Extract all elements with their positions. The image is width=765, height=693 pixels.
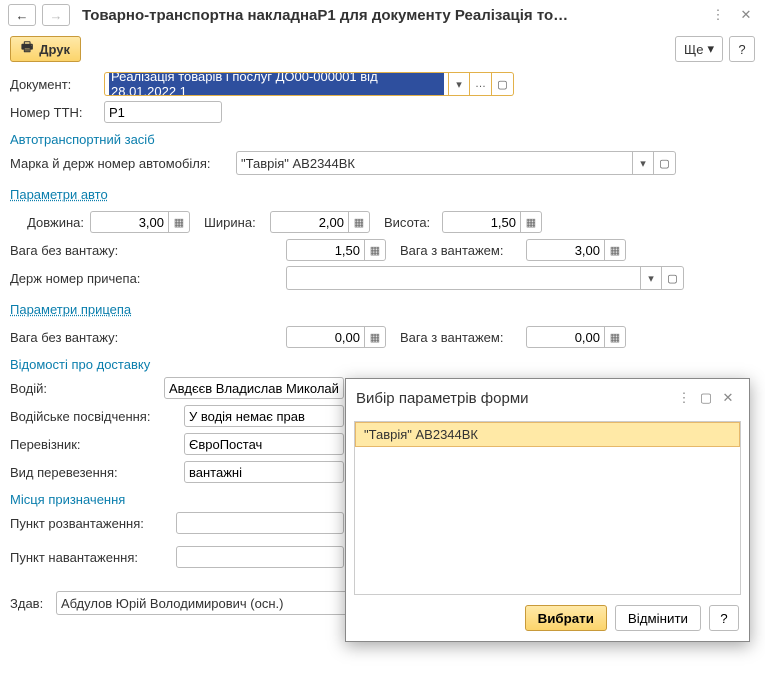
section-auto: Автотранспортний засіб bbox=[10, 132, 755, 147]
width-input[interactable]: ▦ bbox=[270, 211, 370, 233]
driver-input[interactable] bbox=[164, 377, 344, 399]
popup-help-button[interactable]: ? bbox=[709, 605, 739, 631]
more-button[interactable]: Ще ▾ bbox=[675, 36, 723, 62]
popup-list[interactable]: "Таврія" АВ2344ВК bbox=[354, 421, 741, 595]
back-button[interactable]: ← bbox=[8, 4, 36, 26]
kebab-menu-icon[interactable]: ⋮ bbox=[673, 387, 695, 409]
more-label: Ще bbox=[684, 42, 703, 57]
brand-field[interactable]: "Таврія" АВ2344ВК bbox=[236, 151, 632, 175]
toolbar: 🖶 Друк Ще ▾ ? bbox=[0, 30, 765, 68]
ttn-input[interactable] bbox=[104, 101, 222, 123]
popup-select-params: Вибір параметрів форми ⋮ ▢ ✕ "Таврія" АВ… bbox=[345, 378, 750, 642]
window-title: Товарно-транспортна накладнаР1 для докум… bbox=[82, 7, 701, 24]
dropdown-icon[interactable]: ▾ bbox=[640, 266, 662, 290]
calculator-icon[interactable]: ▦ bbox=[168, 211, 190, 233]
trailer-plate-combo[interactable]: ▾ ▢ bbox=[286, 266, 684, 290]
issuer-value: Абдулов Юрій Володимирович (осн.) bbox=[61, 596, 283, 611]
trailer-weight-empty-field[interactable] bbox=[286, 326, 364, 348]
popup-item-label: "Таврія" АВ2344ВК bbox=[364, 427, 478, 442]
weight-empty-input[interactable]: ▦ bbox=[286, 239, 386, 261]
length-label: Довжина: bbox=[10, 215, 84, 230]
help-label: ? bbox=[738, 42, 745, 57]
trailer-weight-loaded-field[interactable] bbox=[526, 326, 604, 348]
trailer-weight-empty-input[interactable]: ▦ bbox=[286, 326, 386, 348]
select-label: Вибрати bbox=[538, 611, 594, 626]
calculator-icon[interactable]: ▦ bbox=[364, 326, 386, 348]
weight-loaded-field[interactable] bbox=[526, 239, 604, 261]
section-delivery: Відомості про доставку bbox=[10, 357, 755, 372]
weight-loaded-input[interactable]: ▦ bbox=[526, 239, 626, 261]
height-field[interactable] bbox=[442, 211, 520, 233]
license-label: Водійське посвідчення: bbox=[10, 409, 178, 424]
width-label: Ширина: bbox=[204, 215, 264, 230]
brand-combo[interactable]: "Таврія" АВ2344ВК ▾ ▢ bbox=[236, 151, 676, 175]
calculator-icon[interactable]: ▦ bbox=[520, 211, 542, 233]
calculator-icon[interactable]: ▦ bbox=[604, 239, 626, 261]
weight-empty-field[interactable] bbox=[286, 239, 364, 261]
calculator-icon[interactable]: ▦ bbox=[604, 326, 626, 348]
dropdown-icon[interactable]: ▾ bbox=[632, 151, 654, 175]
help-button[interactable]: ? bbox=[729, 36, 755, 62]
height-label: Висота: bbox=[384, 215, 436, 230]
length-input[interactable]: ▦ bbox=[90, 211, 190, 233]
maximize-icon[interactable]: ▢ bbox=[695, 387, 717, 409]
carrier-input[interactable] bbox=[184, 433, 344, 455]
open-icon[interactable]: ▢ bbox=[492, 72, 514, 96]
help-label: ? bbox=[720, 611, 727, 626]
unload-label: Пункт розвантаження: bbox=[10, 516, 170, 531]
transport-type-label: Вид перевезення: bbox=[10, 465, 178, 480]
print-label: Друк bbox=[39, 42, 70, 57]
popup-footer: Вибрати Відмінити ? bbox=[346, 599, 749, 637]
calculator-icon[interactable]: ▦ bbox=[348, 211, 370, 233]
document-label: Документ: bbox=[10, 77, 98, 92]
calculator-icon[interactable]: ▦ bbox=[364, 239, 386, 261]
open-icon[interactable]: ▢ bbox=[662, 266, 684, 290]
ellipsis-icon[interactable]: … bbox=[470, 72, 492, 96]
cancel-button[interactable]: Відмінити bbox=[615, 605, 701, 631]
width-field[interactable] bbox=[270, 211, 348, 233]
issuer-label: Здав: bbox=[10, 596, 50, 611]
license-input[interactable] bbox=[184, 405, 344, 427]
brand-label: Марка й держ номер автомобіля: bbox=[10, 156, 230, 171]
forward-button[interactable]: → bbox=[42, 4, 70, 26]
document-combo[interactable]: Реалізація товарів і послуг ДО00-000001 … bbox=[104, 72, 514, 96]
trailer-plate-label: Держ номер причепа: bbox=[10, 271, 160, 286]
transport-type-input[interactable] bbox=[184, 461, 344, 483]
trailer-weight-empty-label: Вага без вантажу: bbox=[10, 330, 140, 345]
weight-loaded-label: Вага з вантажем: bbox=[400, 243, 520, 258]
unload-input[interactable] bbox=[176, 512, 344, 534]
document-field[interactable]: Реалізація товарів і послуг ДО00-000001 … bbox=[104, 72, 448, 96]
close-icon[interactable]: ✕ bbox=[717, 387, 739, 409]
titlebar: ← → Товарно-транспортна накладнаР1 для д… bbox=[0, 0, 765, 30]
driver-label: Водій: bbox=[10, 381, 158, 396]
trailer-weight-loaded-label: Вага з вантажем: bbox=[400, 330, 520, 345]
carrier-label: Перевізник: bbox=[10, 437, 178, 452]
brand-value: "Таврія" АВ2344ВК bbox=[241, 156, 355, 171]
load-input[interactable] bbox=[176, 546, 344, 568]
link-auto-params[interactable]: Параметри авто bbox=[10, 187, 108, 202]
select-button[interactable]: Вибрати bbox=[525, 605, 607, 631]
kebab-menu-icon[interactable]: ⋮ bbox=[707, 4, 729, 26]
load-label: Пункт навантаження: bbox=[10, 550, 170, 565]
dropdown-icon[interactable]: ▾ bbox=[448, 72, 470, 96]
height-input[interactable]: ▦ bbox=[442, 211, 542, 233]
length-field[interactable] bbox=[90, 211, 168, 233]
weight-empty-label: Вага без вантажу: bbox=[10, 243, 140, 258]
close-icon[interactable]: ✕ bbox=[735, 4, 757, 26]
print-button[interactable]: 🖶 Друк bbox=[10, 36, 81, 62]
link-trailer-params[interactable]: Параметри прицепа bbox=[10, 302, 131, 317]
open-icon[interactable]: ▢ bbox=[654, 151, 676, 175]
popup-title: Вибір параметрів форми bbox=[356, 390, 673, 407]
popup-list-item[interactable]: "Таврія" АВ2344ВК bbox=[355, 422, 740, 447]
popup-titlebar: Вибір параметрів форми ⋮ ▢ ✕ bbox=[346, 379, 749, 417]
document-value: Реалізація товарів і послуг ДО00-000001 … bbox=[109, 72, 444, 96]
trailer-plate-field[interactable] bbox=[286, 266, 640, 290]
printer-icon: 🖶 bbox=[21, 38, 33, 60]
chevron-down-icon: ▾ bbox=[707, 41, 714, 57]
ttn-label: Номер ТТН: bbox=[10, 105, 98, 120]
trailer-weight-loaded-input[interactable]: ▦ bbox=[526, 326, 626, 348]
cancel-label: Відмінити bbox=[628, 611, 688, 626]
